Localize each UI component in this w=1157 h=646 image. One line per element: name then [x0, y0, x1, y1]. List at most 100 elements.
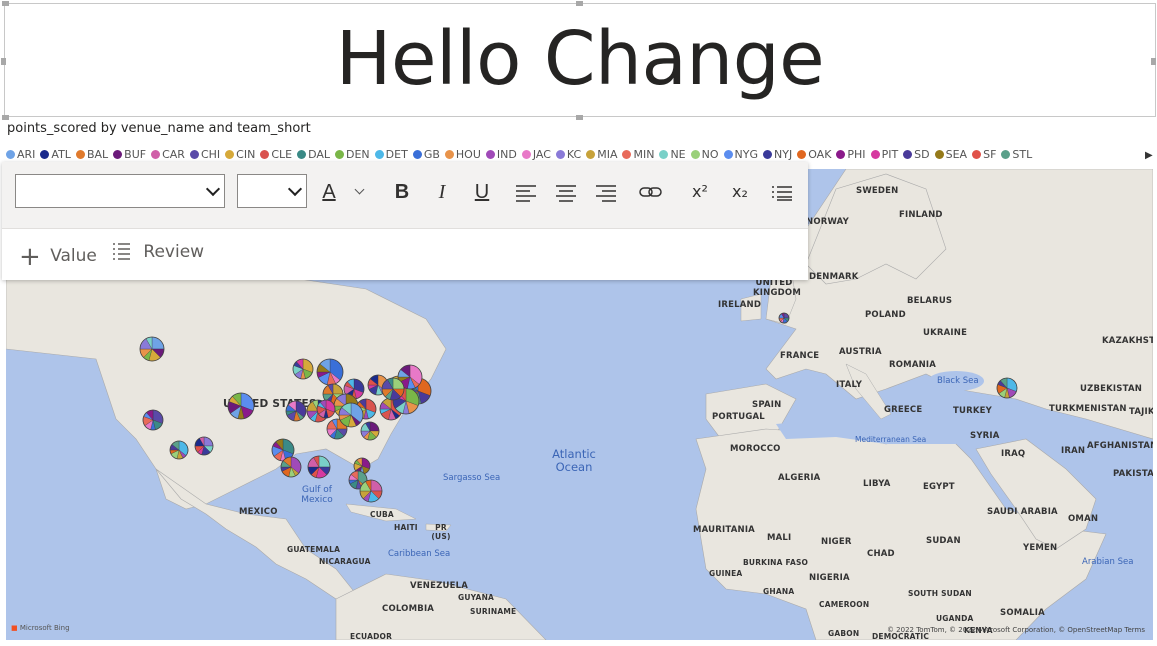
legend-item-cin[interactable]: CIN — [225, 148, 255, 161]
legend-dot — [836, 150, 846, 159]
font-color-button[interactable]: A — [320, 180, 338, 204]
legend-item-gb[interactable]: GB — [412, 148, 440, 161]
map-attribution[interactable]: © 2022 TomTom, © 2022 Microsoft Corporat… — [887, 626, 1145, 634]
label-nicaragua: NICARAGUA — [319, 557, 371, 566]
legend-dot — [40, 150, 50, 159]
pie-marker[interactable] — [169, 440, 189, 460]
page-title[interactable]: Hello Change — [5, 22, 1155, 96]
legend-label: DET — [385, 148, 408, 161]
align-center-icon[interactable] — [555, 184, 577, 202]
font-size-dropdown[interactable] — [237, 174, 307, 208]
legend-dot — [586, 150, 596, 159]
label-black: Black Sea — [937, 376, 979, 386]
link-icon[interactable] — [639, 184, 663, 200]
legend-item-phi[interactable]: PHI — [836, 148, 866, 161]
superscript-button[interactable]: x² — [687, 180, 713, 204]
legend-item-det[interactable]: DET — [374, 148, 408, 161]
legend-item-ari[interactable]: ARI — [6, 148, 35, 161]
label-uk: UNITED KINGDOM — [753, 278, 801, 298]
legend-item-sf[interactable]: SF — [972, 148, 996, 161]
pie-marker[interactable] — [316, 399, 336, 419]
pie-marker[interactable] — [381, 377, 405, 401]
underline-button[interactable]: U — [471, 180, 493, 204]
resize-handle-bottom[interactable] — [576, 115, 583, 120]
legend-item-hou[interactable]: HOU — [444, 148, 481, 161]
pie-marker[interactable] — [227, 392, 255, 420]
pie-marker[interactable] — [292, 358, 314, 380]
bold-button[interactable]: B — [391, 180, 413, 204]
pie-marker[interactable] — [359, 479, 383, 503]
legend-label: SD — [914, 148, 930, 161]
legend-dot — [189, 150, 199, 159]
pie-marker[interactable] — [142, 409, 164, 431]
font-family-dropdown[interactable] — [15, 174, 225, 208]
legend-label: NYJ — [774, 148, 793, 161]
label-france: FRANCE — [780, 351, 820, 361]
legend-item-ind[interactable]: IND — [485, 148, 517, 161]
legend-item-car[interactable]: CAR — [151, 148, 185, 161]
legend-next-arrow[interactable]: ▶ — [1145, 150, 1153, 161]
resize-handle-top[interactable] — [576, 1, 583, 6]
pie-marker[interactable] — [778, 312, 790, 324]
pie-marker[interactable] — [194, 436, 214, 456]
bing-logo: ■ Microsoft Bing — [11, 624, 70, 632]
legend-item-buf[interactable]: BUF — [113, 148, 146, 161]
label-turkey: TURKEY — [953, 406, 992, 416]
review-button[interactable]: Review — [112, 242, 204, 262]
label-chad: CHAD — [867, 549, 895, 559]
pie-marker[interactable] — [285, 400, 307, 422]
label-mauritania: MAURITANIA — [693, 525, 755, 535]
legend-dot — [690, 150, 700, 159]
resize-handle-top-left[interactable] — [2, 1, 9, 6]
legend-dot — [444, 150, 454, 159]
legend-dot — [797, 150, 807, 159]
legend-item-mia[interactable]: MIA — [586, 148, 617, 161]
legend-item-den[interactable]: DEN — [335, 148, 370, 161]
label-pr: PR (US) — [431, 523, 451, 541]
legend-item-jac[interactable]: JAC — [521, 148, 551, 161]
resize-handle-left[interactable] — [1, 58, 6, 65]
legend-item-ne[interactable]: NE — [659, 148, 686, 161]
legend-item-oak[interactable]: OAK — [797, 148, 831, 161]
align-left-icon[interactable] — [515, 184, 537, 202]
legend-item-stl[interactable]: STL — [1001, 148, 1032, 161]
pie-marker[interactable] — [307, 455, 331, 479]
legend-item-bal[interactable]: BAL — [75, 148, 109, 161]
legend-item-kc[interactable]: KC — [555, 148, 581, 161]
toolbar-controls: A B I U x² x₂ — [2, 162, 808, 229]
legend-item-cle[interactable]: CLE — [260, 148, 292, 161]
title-textbox[interactable]: Hello Change — [4, 3, 1156, 117]
label-sargasso: Sargasso Sea — [443, 473, 501, 483]
value-label: Value — [50, 246, 97, 266]
add-value-button[interactable]: + Value — [19, 242, 97, 272]
legend-dot — [723, 150, 733, 159]
legend-item-min[interactable]: MIN — [622, 148, 654, 161]
legend-item-no[interactable]: NO — [690, 148, 719, 161]
font-color-dropdown-arrow[interactable] — [354, 184, 365, 195]
list-icon[interactable] — [771, 185, 793, 201]
legend-item-chi[interactable]: CHI — [189, 148, 220, 161]
legend-item-sea[interactable]: SEA — [934, 148, 967, 161]
label-denmark: DENMARK — [809, 272, 859, 282]
pie-marker[interactable] — [139, 336, 165, 362]
label-syria: SYRIA — [970, 431, 1000, 441]
pie-marker[interactable] — [338, 402, 364, 428]
legend-label: BAL — [86, 148, 109, 161]
resize-handle-bottom-left[interactable] — [2, 115, 9, 120]
pie-marker[interactable] — [316, 358, 344, 386]
subscript-button[interactable]: x₂ — [727, 180, 753, 204]
legend-item-dal[interactable]: DAL — [297, 148, 330, 161]
align-right-icon[interactable] — [595, 184, 617, 202]
resize-handle-right[interactable] — [1151, 58, 1156, 65]
legend-item-pit[interactable]: PIT — [870, 148, 898, 161]
pie-marker[interactable] — [996, 377, 1018, 399]
legend-label: CAR — [162, 148, 185, 161]
legend-item-nyj[interactable]: NYJ — [763, 148, 792, 161]
italic-button[interactable]: I — [431, 180, 453, 204]
label-med: Mediterranean Sea — [855, 435, 927, 444]
pie-marker[interactable] — [280, 456, 302, 478]
legend-item-atl[interactable]: ATL — [40, 148, 71, 161]
legend-item-nyg[interactable]: NYG — [723, 148, 758, 161]
legend-label: PHI — [847, 148, 866, 161]
legend-item-sd[interactable]: SD — [903, 148, 930, 161]
